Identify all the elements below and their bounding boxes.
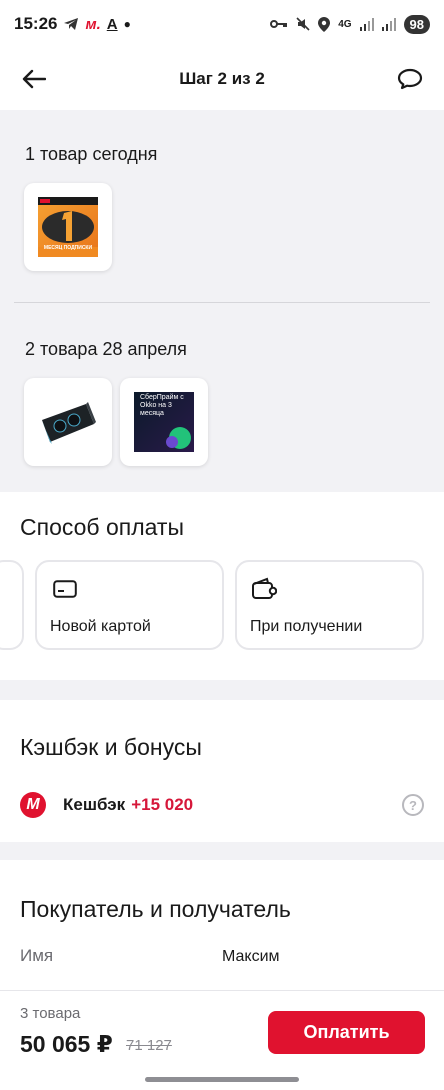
payment-option-label: Новой картой — [50, 618, 151, 635]
clock: 15:26 — [14, 14, 58, 33]
old-price: 71 127 — [126, 1037, 172, 1054]
wallet-icon — [252, 577, 277, 599]
cashback-title: Кэшбэк и бонусы — [20, 734, 202, 760]
checkout-bar: 3 товара 50 065 ₽ 71 127 Оплатить — [0, 990, 444, 1090]
arrow-left-icon — [22, 69, 46, 89]
battery-indicator: 98 — [403, 14, 430, 34]
status-bar: 15:26 м. A ● 4G 98 — [0, 0, 444, 48]
page-title: Шаг 2 из 2 — [179, 69, 265, 88]
telegram-icon — [63, 17, 79, 31]
top-app-bar: Шаг 2 из 2 — [0, 48, 444, 110]
cashback-section: Кэшбэк и бонусы М Кешбэк +15 020 ? — [0, 700, 444, 842]
graphics-card-image — [42, 402, 96, 444]
payment-method-title: Способ оплаты — [20, 514, 184, 540]
chat-bubble-icon — [397, 68, 423, 90]
buyer-name-value[interactable]: Максим — [222, 948, 280, 966]
section-gap — [0, 842, 444, 860]
card-icon — [53, 580, 77, 598]
delivery-divider — [14, 302, 430, 303]
payment-option-on-delivery[interactable]: При получении — [235, 560, 424, 650]
megamarket-logo-icon: М — [20, 792, 46, 818]
network-type: 4G — [338, 18, 352, 30]
megamarket-icon: м. — [85, 15, 101, 33]
payment-option-label: При получении — [250, 618, 363, 635]
help-icon[interactable]: ? — [402, 794, 424, 816]
delivery-group-title-today: 1 товар сегодня — [25, 144, 158, 164]
product-thumbnail-sberprime[interactable]: СберПрайм с Okko на 3 месяца — [120, 378, 208, 466]
payment-method-section: Способ оплаты Новой картой При получении — [0, 492, 444, 680]
a-icon: A — [106, 15, 118, 33]
buyer-section: Покупатель и получатель Имя Максим — [0, 860, 444, 990]
section-gap — [0, 680, 444, 700]
dot-icon: ● — [123, 17, 131, 31]
payment-option-new-card[interactable]: Новой картой — [35, 560, 224, 650]
mute-icon — [296, 17, 310, 31]
signal-icon — [359, 17, 374, 31]
product-thumbnail-subscription[interactable]: МЕСЯЦ ПОДПИСКИ — [24, 183, 112, 271]
product-thumbnail-gpu[interactable] — [24, 378, 112, 466]
payment-option-previous[interactable] — [0, 560, 24, 650]
pay-button[interactable]: Оплатить — [268, 1011, 425, 1054]
signal-icon-2 — [381, 17, 396, 31]
items-count: 3 товара — [20, 1005, 81, 1022]
chat-button[interactable] — [394, 63, 426, 95]
delivery-group-title-date: 2 товара 28 апреля — [25, 339, 187, 359]
buyer-name-label: Имя — [20, 946, 54, 965]
location-icon — [318, 16, 331, 32]
cashback-value: +15 020 — [131, 795, 194, 814]
delivery-section: 1 товар сегодня МЕСЯЦ ПОДПИСКИ 2 товара … — [0, 110, 444, 492]
key-icon — [270, 19, 288, 29]
home-indicator[interactable] — [145, 1077, 299, 1082]
cashback-row: М Кешбэк +15 020 ? — [20, 790, 424, 820]
back-button[interactable] — [18, 63, 50, 95]
buyer-title: Покупатель и получатель — [20, 896, 291, 922]
sberprime-caption: СберПрайм с Okko на 3 месяца — [140, 394, 184, 417]
subscription-caption: МЕСЯЦ ПОДПИСКИ — [43, 245, 93, 251]
cashback-label: Кешбэк — [63, 795, 126, 814]
total-price: 50 065 ₽ — [20, 1031, 113, 1057]
